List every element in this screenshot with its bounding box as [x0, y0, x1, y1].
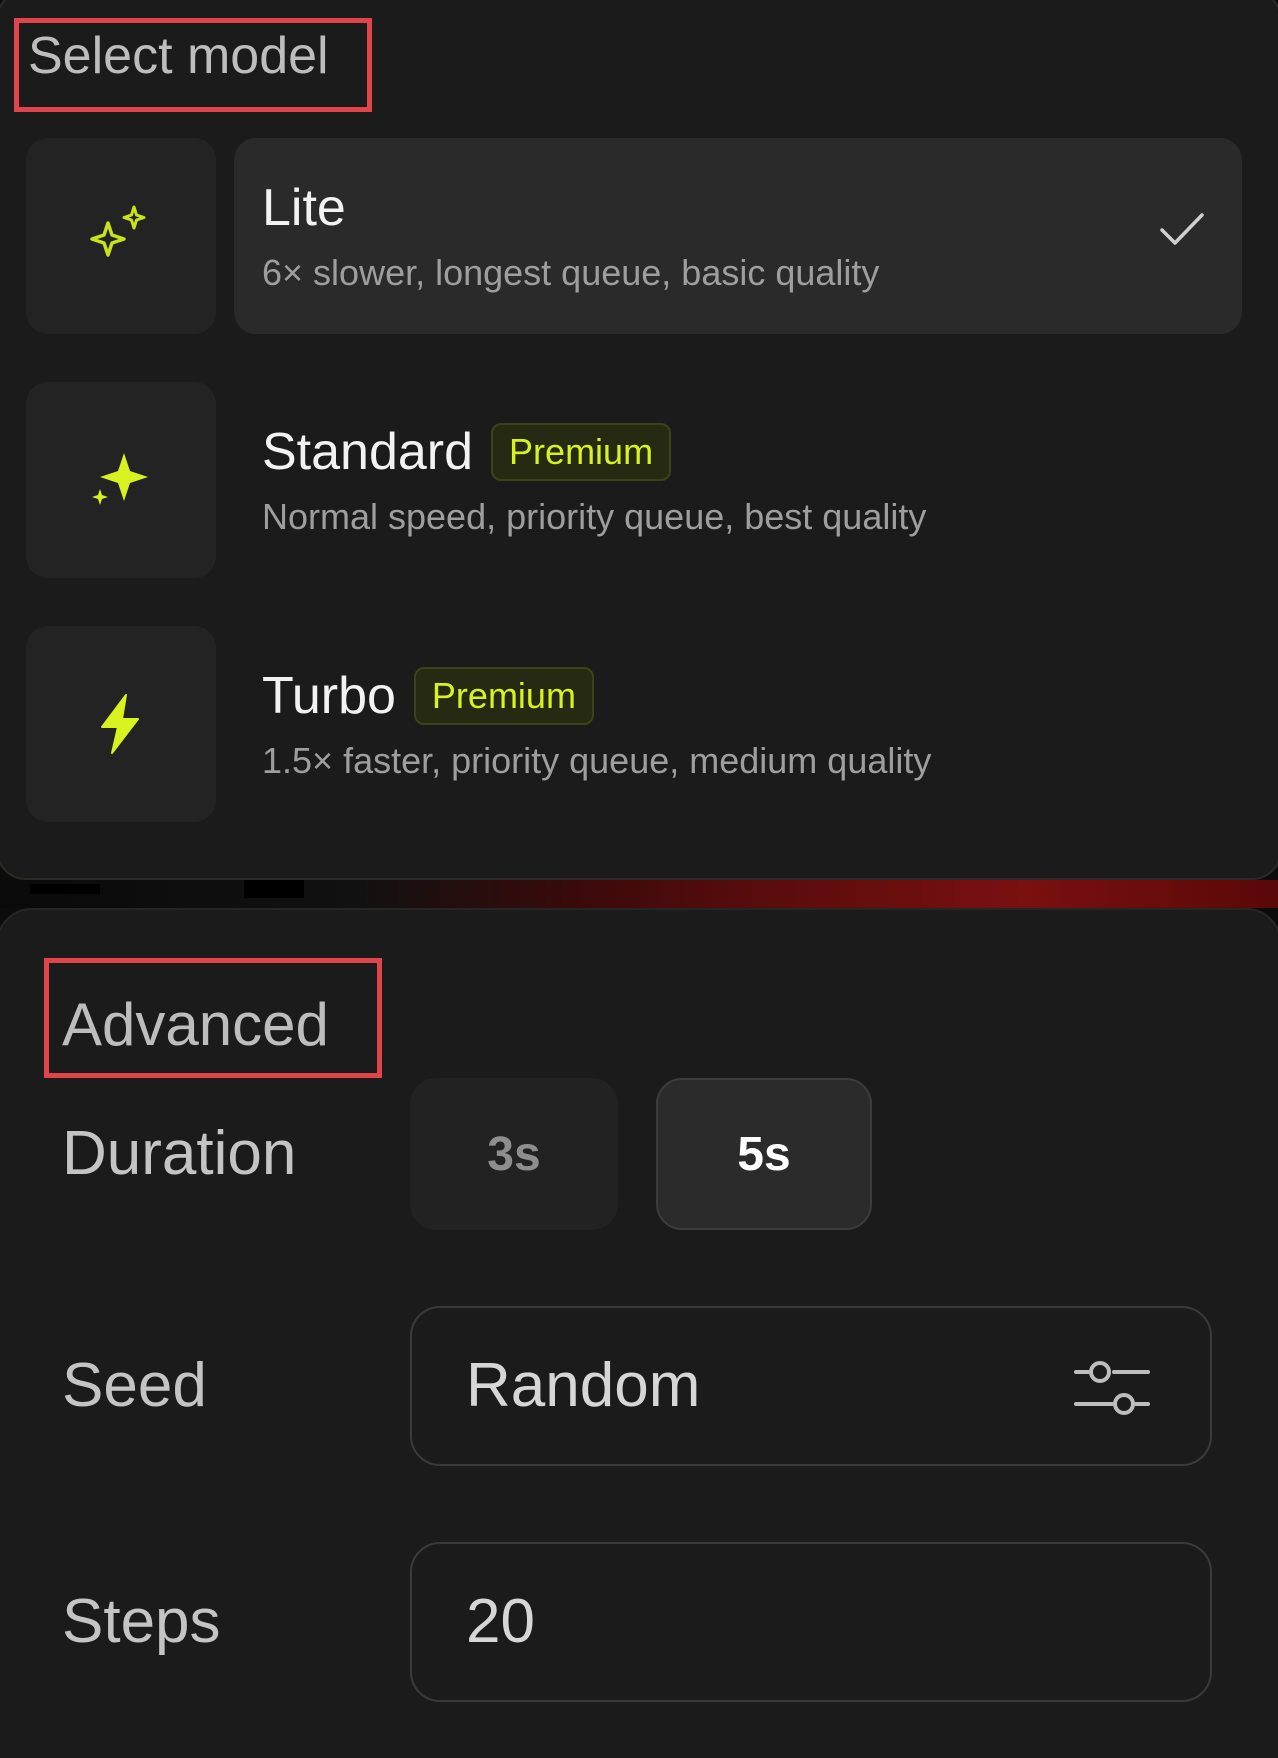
- model-icon-tile: [26, 138, 216, 334]
- duration-3s-button[interactable]: 3s: [410, 1078, 618, 1230]
- model-body-turbo[interactable]: Turbo Premium 1.5× faster, priority queu…: [234, 626, 1242, 822]
- sparkles-icon: [92, 453, 148, 505]
- model-body-lite[interactable]: Lite 6× slower, longest queue, basic qua…: [234, 138, 1242, 334]
- model-option-standard[interactable]: Standard Premium Normal speed, priority …: [26, 382, 1242, 578]
- sparkle-outline-icon: [90, 205, 146, 257]
- check-icon: [1160, 213, 1204, 245]
- premium-badge: Premium: [491, 423, 672, 481]
- page: Select model Lite 6× slower, longest que…: [0, 0, 1278, 1758]
- select-model-highlight: [14, 18, 372, 112]
- model-body-standard[interactable]: Standard Premium Normal speed, priority …: [234, 382, 1242, 578]
- steps-value: 20: [466, 1587, 535, 1656]
- lightning-bolt-icon: [101, 694, 139, 754]
- seed-label: Seed: [62, 1351, 207, 1420]
- duration-5s-button[interactable]: 5s: [656, 1078, 872, 1230]
- model-option-turbo[interactable]: Turbo Premium 1.5× faster, priority queu…: [26, 626, 1242, 822]
- model-name-line: Standard Premium: [262, 422, 672, 482]
- seed-input[interactable]: Random: [410, 1306, 1212, 1466]
- strip-fragment: [30, 884, 100, 894]
- model-icon-tile: [26, 626, 216, 822]
- model-icon-tile: [26, 382, 216, 578]
- advanced-highlight: [44, 958, 382, 1078]
- model-name: Turbo: [262, 667, 396, 725]
- premium-badge: Premium: [413, 667, 594, 725]
- model-description: Normal speed, priority queue, best quali…: [262, 496, 927, 537]
- steps-input[interactable]: 20: [410, 1542, 1212, 1702]
- model-name: Standard: [262, 423, 474, 481]
- model-description: 6× slower, longest queue, basic quality: [262, 252, 880, 293]
- model-name-line: Lite: [262, 178, 346, 238]
- seed-value: Random: [466, 1351, 701, 1420]
- background-strip: [0, 880, 1278, 908]
- model-option-lite[interactable]: Lite 6× slower, longest queue, basic qua…: [26, 138, 1242, 334]
- model-description: 1.5× faster, priority queue, medium qual…: [262, 740, 932, 781]
- duration-label: Duration: [62, 1119, 297, 1188]
- sliders-icon[interactable]: [1074, 1354, 1150, 1424]
- strip-fragment: [244, 880, 304, 898]
- model-name-line: Turbo Premium: [262, 666, 594, 726]
- steps-label: Steps: [62, 1587, 221, 1656]
- model-name: Lite: [262, 179, 346, 237]
